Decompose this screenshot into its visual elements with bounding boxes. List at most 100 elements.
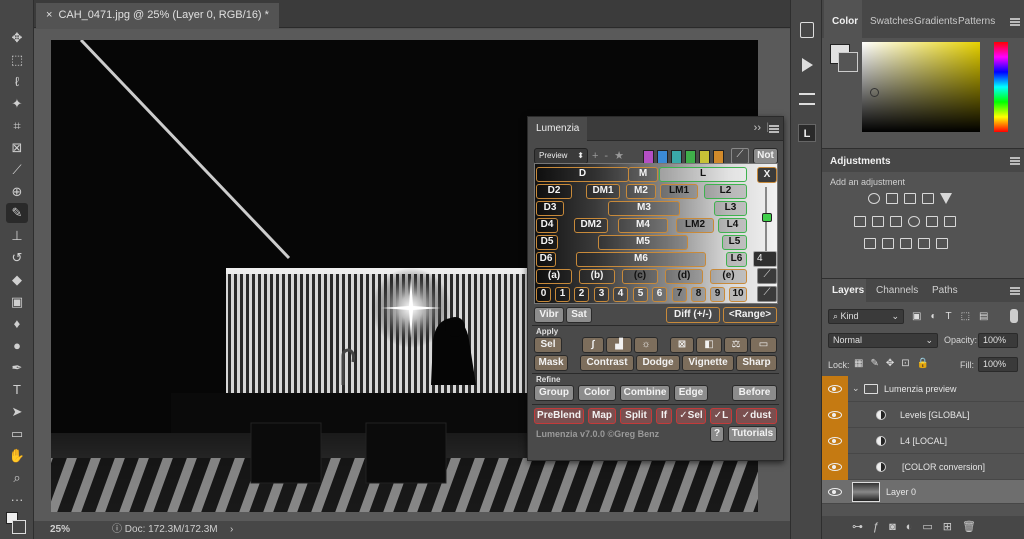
zone-l5[interactable]: L5 [722, 235, 747, 250]
color-balance-adj-icon[interactable] [872, 216, 884, 227]
eyedropper-tool-icon[interactable]: ⟋ [6, 160, 28, 180]
vignette-apply-icon[interactable]: ⊠ [670, 337, 694, 353]
check-sel-button[interactable]: ✓Sel [676, 408, 706, 424]
hue-slider[interactable] [994, 42, 1008, 132]
tutorials-button[interactable]: Tutorials [728, 426, 777, 442]
layer-filter-icons[interactable]: ▣◐T⬚▤ [912, 311, 998, 322]
color-picker-cursor[interactable] [870, 88, 879, 97]
dodge-button[interactable]: Dodge [636, 355, 680, 371]
marquee-tool-icon[interactable]: ⬚ [6, 50, 28, 70]
zone-d[interactable]: D [536, 167, 629, 182]
yellow-swatch[interactable] [699, 150, 710, 164]
mask-button[interactable]: Mask [534, 355, 568, 371]
layers-footer-icons[interactable]: ⊶ƒ◙◐▭⊞🗑 [822, 516, 1024, 539]
zone-0[interactable]: 0 [536, 287, 551, 302]
eyedropper-icon[interactable]: ⟋ [731, 148, 749, 164]
visibility-toggle[interactable] [822, 428, 848, 454]
visibility-toggle[interactable] [822, 376, 848, 402]
zone-lm1[interactable]: LM1 [660, 184, 698, 199]
adjustments-menu-icon[interactable] [1010, 157, 1020, 165]
mask-apply-icon[interactable]: ▭ [750, 337, 777, 353]
zone-8[interactable]: 8 [691, 287, 706, 302]
visibility-toggle[interactable] [822, 454, 848, 480]
zone-c[interactable]: (c) [622, 269, 658, 284]
invert-adj-icon[interactable] [864, 238, 876, 249]
zone-l4[interactable]: L4 [718, 218, 747, 233]
filter-toggle-icon[interactable] [1010, 309, 1018, 323]
hand-tool-icon[interactable]: ✋ [6, 446, 28, 466]
properties-sliders-icon[interactable] [799, 93, 815, 105]
color-panel-menu-icon[interactable] [1010, 18, 1020, 26]
group-button[interactable]: Group [534, 385, 574, 401]
more-tools-icon[interactable]: ··· [6, 490, 28, 510]
brightness-adj-icon[interactable] [868, 193, 880, 204]
zone-5[interactable]: 5 [633, 287, 648, 302]
levels-apply-icon[interactable]: ▟ [606, 337, 632, 353]
color-lookup-adj-icon[interactable] [944, 216, 956, 227]
not-button[interactable]: Not [753, 148, 778, 164]
visibility-toggle[interactable] [822, 480, 848, 504]
status-arrow-icon[interactable]: › [230, 521, 233, 539]
zone-2[interactable]: 2 [574, 287, 589, 302]
zone-d2[interactable]: D2 [536, 184, 572, 199]
vibr-button[interactable]: Vibr [534, 307, 564, 323]
zone-m5[interactable]: M5 [598, 235, 688, 250]
zone-6[interactable]: 6 [652, 287, 667, 302]
tab-channels[interactable]: Channels [876, 279, 918, 303]
visibility-toggle[interactable] [822, 402, 848, 428]
help-button[interactable]: ? [710, 426, 724, 442]
stamp-tool-icon[interactable]: ⊥ [6, 226, 28, 246]
zone-10[interactable]: 10 [729, 287, 747, 302]
history-brush-tool-icon[interactable]: ↺ [6, 248, 28, 268]
split-button[interactable]: Split [620, 408, 652, 424]
gradient-tool-icon[interactable]: ▣ [6, 292, 28, 312]
sharp-button[interactable]: Sharp [736, 355, 777, 371]
map-button[interactable]: Map [588, 408, 616, 424]
zone-number-input[interactable]: 4 [753, 251, 777, 267]
threshold-adj-icon[interactable] [900, 238, 912, 249]
green-swatch[interactable] [685, 150, 696, 164]
pen-tool-icon[interactable]: ✒ [6, 358, 28, 378]
dodge-apply-icon[interactable]: ◧ [696, 337, 722, 353]
zone-l3[interactable]: L3 [714, 201, 747, 216]
zone-7[interactable]: 7 [672, 287, 687, 302]
move-tool-icon[interactable]: ✥ [6, 28, 28, 48]
exposure-adj-icon[interactable] [922, 193, 934, 204]
zoom-level[interactable]: 25% [50, 521, 70, 539]
lock-icons[interactable]: ▦✎✥⊡🔒 [854, 358, 936, 369]
zone-d5[interactable]: D5 [536, 235, 558, 250]
zone-e[interactable]: (e) [710, 269, 747, 284]
vignette-button[interactable]: Vignette [682, 355, 734, 371]
balance-apply-icon[interactable]: ⚖ [724, 337, 748, 353]
zone-1[interactable]: 1 [555, 287, 570, 302]
zone-m3[interactable]: M3 [608, 201, 680, 216]
contrast-button[interactable]: Contrast [580, 355, 634, 371]
brush-tool-icon[interactable]: ✎ [6, 203, 28, 223]
selective-color-adj-icon[interactable] [918, 238, 930, 249]
curves-apply-icon[interactable]: ∫ [582, 337, 604, 353]
color-panel-background[interactable] [838, 52, 858, 72]
posterize-adj-icon[interactable] [882, 238, 894, 249]
group-expand-icon[interactable]: ⌄ [852, 383, 860, 394]
magic-wand-tool-icon[interactable]: ✦ [6, 94, 28, 114]
gradient-map-adj-icon[interactable] [936, 238, 948, 249]
crop-tool-icon[interactable]: ⌗ [6, 116, 28, 136]
lasso-tool-icon[interactable]: ℓ [6, 72, 28, 92]
threshold-slider-thumb[interactable] [762, 213, 772, 222]
layer-kind-filter[interactable]: ⌕ Kind ⌄ [828, 309, 904, 324]
cyan-swatch[interactable] [671, 150, 682, 164]
zone-b[interactable]: (b) [579, 269, 615, 284]
zone-d-letter[interactable]: (d) [665, 269, 703, 284]
check-dust-button[interactable]: ✓dust [736, 408, 777, 424]
zone-dm2[interactable]: DM2 [574, 218, 608, 233]
history-panel-icon[interactable] [800, 22, 814, 38]
tab-gradients[interactable]: Gradients [914, 0, 957, 38]
zone-lm2[interactable]: LM2 [676, 218, 714, 233]
tab-layers[interactable]: Layers [822, 279, 866, 303]
layer-row[interactable]: [COLOR conversion] [822, 454, 1024, 480]
healing-tool-icon[interactable]: ⊕ [6, 182, 28, 202]
channel-mixer-adj-icon[interactable] [926, 216, 938, 227]
close-tab-icon[interactable]: × [46, 9, 52, 21]
zone-dm1[interactable]: DM1 [586, 184, 620, 199]
tab-color[interactable]: Color [824, 0, 862, 38]
